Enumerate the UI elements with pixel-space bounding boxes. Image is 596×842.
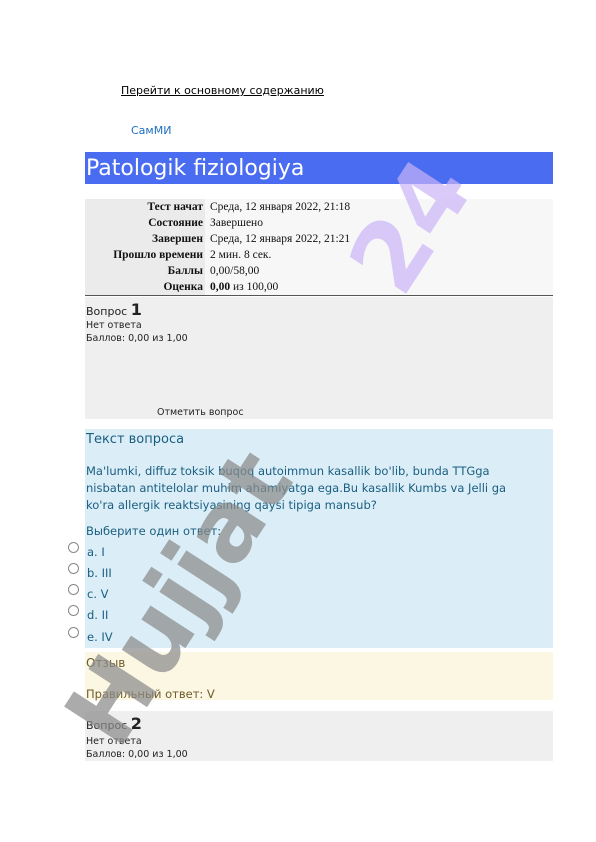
radio-button[interactable] bbox=[68, 627, 79, 638]
summary-row-state: Состояние Завершено bbox=[148, 217, 263, 229]
answer-option-d[interactable]: d. II bbox=[68, 605, 553, 625]
answer-option-e[interactable]: e. IV bbox=[68, 627, 553, 647]
summary-row-grade: Оценка 0,00 из 100,00 bbox=[163, 281, 279, 293]
site-brand-link[interactable]: СамМИ bbox=[131, 124, 171, 137]
summary-row-started: Тест начат Среда, 12 января 2022, 21:18 bbox=[147, 201, 351, 213]
question-1-content: Текст вопроса Ma'lumki, diffuz toksik bu… bbox=[68, 429, 553, 648]
answer-prompt: Выберите один ответ: bbox=[86, 524, 222, 538]
radio-button[interactable] bbox=[68, 605, 79, 616]
question-2-info: Вопрос 2 Нет ответа Баллов: 0,00 из 1,00 bbox=[85, 711, 553, 761]
question-text-heading: Текст вопроса bbox=[86, 432, 185, 447]
summary-row-completed: Завершен Среда, 12 января 2022, 21:21 bbox=[152, 233, 351, 245]
question-points: Баллов: 0,00 из 1,00 bbox=[86, 333, 188, 344]
course-title: Patologik fiziologiya bbox=[86, 156, 305, 181]
question-status: Нет ответа bbox=[86, 736, 142, 747]
question-1-feedback: Отзыв Правильный ответ: V bbox=[85, 652, 553, 701]
feedback-heading: Отзыв bbox=[86, 656, 126, 670]
question-number: Вопрос 1 bbox=[86, 300, 142, 319]
course-header: Patologik fiziologiya bbox=[85, 152, 553, 184]
answer-option-b[interactable]: b. III bbox=[68, 563, 553, 583]
summary-row-marks: Баллы 0,00/58,00 bbox=[167, 265, 260, 277]
answer-option-a[interactable]: a. I bbox=[68, 542, 553, 562]
grade-value: 0,00 bbox=[210, 281, 231, 293]
question-points: Баллов: 0,00 из 1,00 bbox=[86, 749, 188, 760]
flag-question-link[interactable]: Отметить вопрос bbox=[157, 407, 244, 418]
skip-to-content-link[interactable]: Перейти к основному содержанию bbox=[121, 84, 324, 97]
radio-button[interactable] bbox=[68, 584, 79, 595]
question-number: Вопрос 2 bbox=[86, 714, 142, 733]
summary-row-time-taken: Прошло времени 2 мин. 8 сек. bbox=[113, 249, 272, 261]
radio-button[interactable] bbox=[68, 542, 79, 553]
answer-option-c[interactable]: c. V bbox=[68, 584, 553, 604]
correct-answer: Правильный ответ: V bbox=[86, 687, 215, 701]
question-status: Нет ответа bbox=[86, 320, 142, 331]
question-text: Ma'lumki, diffuz toksik buqoq autoimmun … bbox=[86, 464, 507, 512]
attempt-summary-table: Тест начат Среда, 12 января 2022, 21:18 … bbox=[85, 199, 553, 296]
question-1-info: Вопрос 1 Нет ответа Баллов: 0,00 из 1,00… bbox=[85, 297, 553, 419]
radio-button[interactable] bbox=[68, 563, 79, 574]
